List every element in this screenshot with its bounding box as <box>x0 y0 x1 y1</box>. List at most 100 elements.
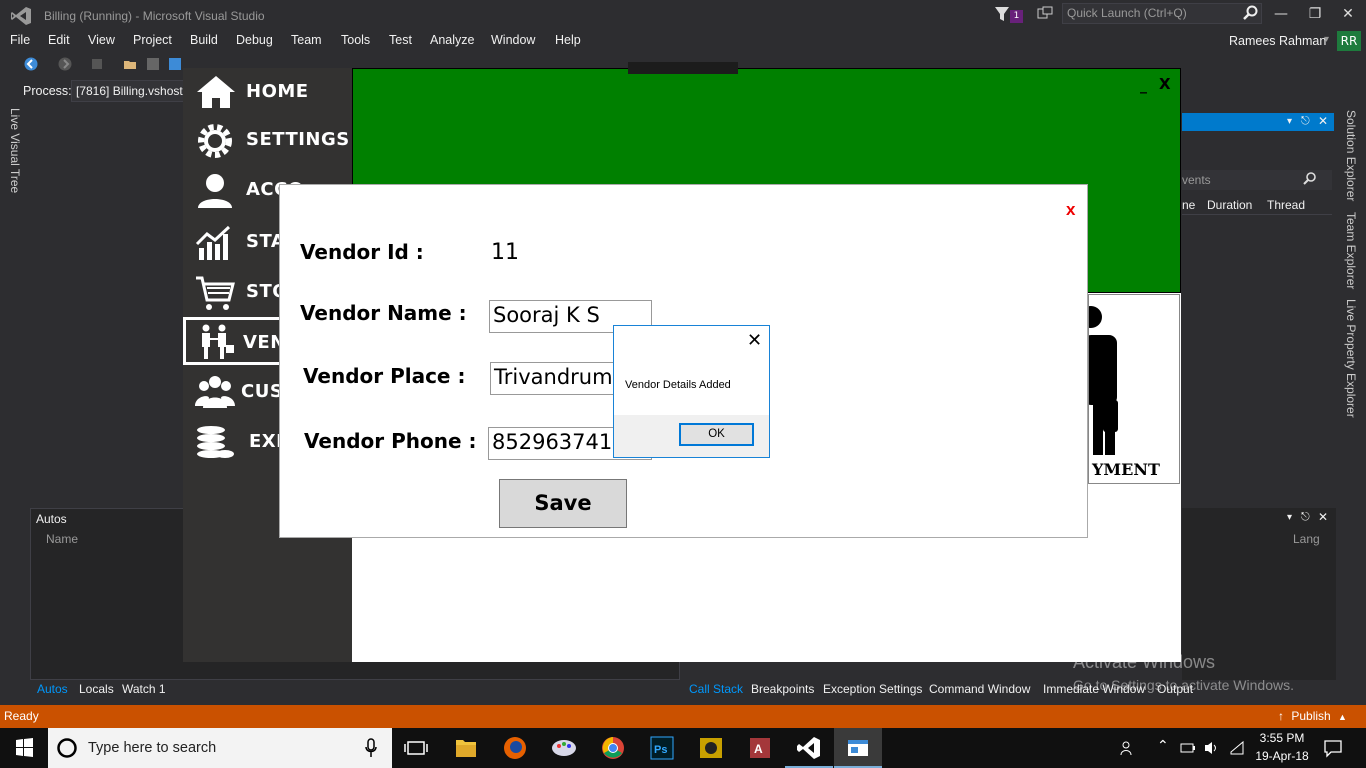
search-icon[interactable] <box>1303 172 1317 186</box>
taskbar-visual-studio[interactable] <box>785 728 833 768</box>
taskbar-billing-app[interactable] <box>834 728 882 768</box>
tab-locals[interactable]: Locals <box>79 682 114 696</box>
handshake-people-icon <box>202 324 234 359</box>
chrome-icon <box>602 737 624 759</box>
ok-button[interactable]: OK <box>679 423 754 446</box>
process-select[interactable]: [7816] Billing.vshost. <box>71 80 185 102</box>
menu-team[interactable]: Team <box>291 33 322 47</box>
quick-launch-input[interactable]: Quick Launch (Ctrl+Q) <box>1062 3 1262 24</box>
taskbar-chrome[interactable] <box>589 728 637 768</box>
minimize-button[interactable]: — <box>1266 4 1296 26</box>
menu-edit[interactable]: Edit <box>48 33 70 47</box>
tab-team-explorer[interactable]: Team Explorer <box>1342 212 1360 290</box>
open-file-icon[interactable] <box>123 57 137 71</box>
menu-build[interactable]: Build <box>190 33 218 47</box>
save-icon[interactable] <box>146 57 160 71</box>
menu-debug[interactable]: Debug <box>236 33 273 47</box>
game-icon <box>700 738 722 758</box>
navigate-forward-icon[interactable] <box>58 57 72 71</box>
arrow-up-icon: ↑ <box>1278 709 1284 723</box>
coins-stack-icon <box>197 426 234 458</box>
signed-in-user-name[interactable]: Ramees Rahman <box>1229 34 1326 48</box>
menu-analyze[interactable]: Analyze <box>430 33 474 47</box>
menu-project[interactable]: Project <box>133 33 172 47</box>
tab-autos[interactable]: Autos <box>37 682 68 696</box>
process-label: Process: <box>23 84 72 98</box>
column-header-time[interactable]: ne <box>1182 198 1195 212</box>
navigate-back-icon[interactable] <box>24 57 38 71</box>
taskbar-clock-date[interactable]: 19-Apr-18 <box>1251 749 1313 763</box>
taskbar-firefox[interactable] <box>491 728 539 768</box>
battery-network-icon[interactable] <box>1180 741 1196 755</box>
people-icon[interactable] <box>1120 740 1136 756</box>
column-header-duration[interactable]: Duration <box>1207 198 1252 212</box>
taskbar-clock-time[interactable]: 3:55 PM <box>1256 731 1308 745</box>
payment-tile[interactable] <box>1088 294 1180 484</box>
menu-window[interactable]: Window <box>491 33 535 47</box>
pin-icon[interactable]: ⎋ <box>1301 510 1310 524</box>
menu-view[interactable]: View <box>88 33 115 47</box>
tab-call-stack[interactable]: Call Stack <box>689 682 743 696</box>
close-window-button[interactable]: ✕ <box>1333 4 1363 26</box>
tab-watch-1[interactable]: Watch 1 <box>122 682 166 696</box>
action-center-icon[interactable] <box>1323 738 1343 758</box>
start-button[interactable] <box>0 728 48 768</box>
task-view-button[interactable] <box>392 728 440 768</box>
close-icon[interactable]: ✕ <box>1318 510 1328 524</box>
tab-team-explorer-label: Team Explorer <box>1344 212 1358 290</box>
column-header-name[interactable]: Name <box>46 532 78 546</box>
activate-windows-title: Activate Windows <box>1073 652 1216 672</box>
autos-panel-title: Autos <box>36 512 67 526</box>
chevron-down-icon[interactable]: ▾ <box>1324 34 1329 45</box>
tab-breakpoints[interactable]: Breakpoints <box>751 682 814 696</box>
home-icon <box>197 76 235 108</box>
app-minimize-button[interactable]: _ <box>1140 78 1147 94</box>
wifi-icon[interactable] <box>1229 740 1245 756</box>
save-button[interactable]: Save <box>499 479 627 528</box>
chevron-down-icon[interactable]: ▾ <box>1287 512 1292 523</box>
microphone-icon[interactable] <box>364 738 378 758</box>
close-icon[interactable]: ✕ <box>1318 114 1328 128</box>
notifications-filter-icon[interactable] <box>994 6 1010 22</box>
tab-live-visual-tree-label: Live Visual Tree <box>8 108 22 194</box>
taskbar-file-explorer[interactable] <box>442 728 490 768</box>
tab-live-property-explorer[interactable]: Live Property Explorer <box>1342 299 1360 418</box>
menu-tools[interactable]: Tools <box>341 33 370 47</box>
vendor-form-close-button[interactable]: x <box>1066 200 1075 220</box>
search-icon[interactable] <box>1243 5 1259 21</box>
nav-home[interactable]: HOME <box>183 68 353 116</box>
chevron-down-icon[interactable]: ▾ <box>1287 116 1292 127</box>
folder-icon <box>456 740 476 757</box>
save-all-icon[interactable] <box>168 57 182 71</box>
taskbar-game[interactable] <box>687 728 735 768</box>
access-icon: A <box>750 738 770 758</box>
tab-exception-settings[interactable]: Exception Settings <box>823 682 922 696</box>
publish-button[interactable]: ↑ Publish ▲ <box>1278 709 1347 723</box>
taskbar-photoshop[interactable]: Ps <box>638 728 686 768</box>
tab-solution-explorer[interactable]: Solution Explorer <box>1342 110 1360 202</box>
taskbar-paint[interactable] <box>540 728 588 768</box>
nav-settings[interactable]: SETTINGS <box>183 116 353 164</box>
new-project-icon[interactable] <box>90 57 104 71</box>
menu-test[interactable]: Test <box>389 33 412 47</box>
message-box-close-button[interactable]: ✕ <box>747 330 762 351</box>
menu-help[interactable]: Help <box>555 33 581 47</box>
column-header-thread[interactable]: Thread <box>1267 198 1305 212</box>
windows-logo-icon <box>16 738 33 757</box>
column-header-language[interactable]: Lang <box>1293 532 1320 546</box>
tab-command-window[interactable]: Command Window <box>929 682 1030 696</box>
chevron-up-icon[interactable]: ⌃ <box>1157 738 1169 754</box>
avatar[interactable]: RR <box>1337 31 1361 51</box>
maximize-button[interactable]: ❐ <box>1300 4 1330 26</box>
debug-toolbar-handle[interactable] <box>628 62 738 74</box>
speaker-icon[interactable] <box>1204 740 1220 756</box>
pin-icon[interactable]: ⎋ <box>1301 114 1310 128</box>
menu-file[interactable]: File <box>10 33 30 47</box>
shopping-cart-icon <box>196 276 235 310</box>
feedback-icon[interactable] <box>1037 6 1053 22</box>
photoshop-icon: Ps <box>650 736 674 760</box>
app-close-button[interactable]: X <box>1159 75 1171 93</box>
tab-live-visual-tree[interactable]: Live Visual Tree <box>6 108 24 198</box>
notification-count-badge[interactable]: 1 <box>1010 10 1023 23</box>
taskbar-access[interactable]: A <box>736 728 784 768</box>
